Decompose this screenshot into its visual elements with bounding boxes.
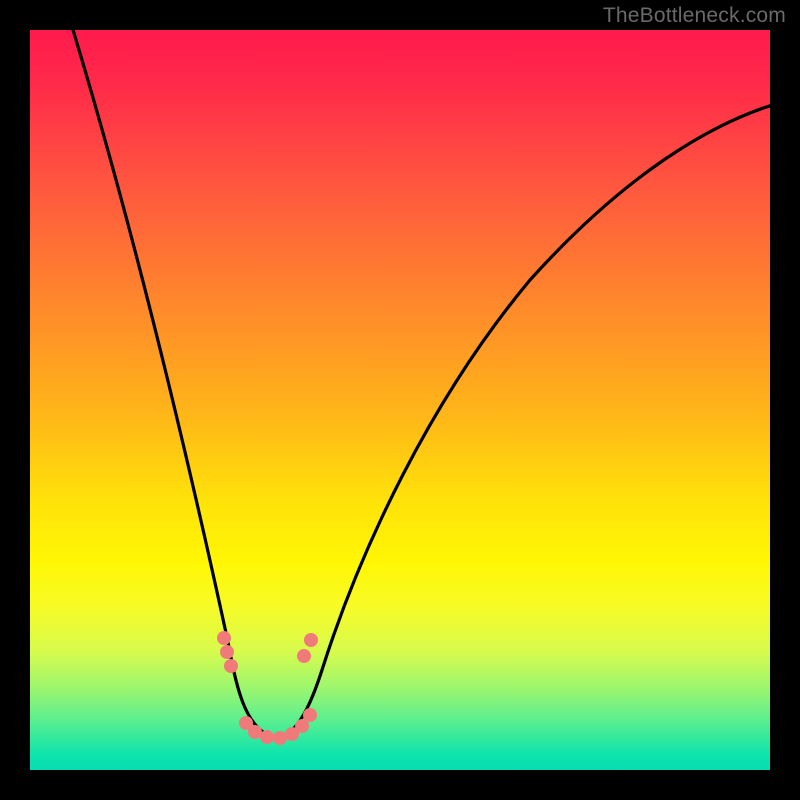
marker-dot	[304, 633, 318, 647]
watermark-text: TheBottleneck.com	[603, 4, 786, 28]
bottleneck-curve	[70, 30, 770, 737]
marker-dot	[248, 725, 262, 739]
marker-dot	[217, 631, 231, 645]
marker-dot	[260, 730, 274, 744]
chart-stage: TheBottleneck.com	[0, 0, 800, 800]
valley-marker-dots	[217, 631, 318, 745]
marker-dot	[297, 649, 311, 663]
marker-dot	[273, 731, 287, 745]
marker-dot	[220, 645, 234, 659]
marker-dot	[224, 659, 238, 673]
curve-layer	[30, 30, 770, 770]
plot-frame	[30, 30, 770, 770]
marker-dot	[303, 708, 317, 722]
plot-area	[30, 30, 770, 770]
